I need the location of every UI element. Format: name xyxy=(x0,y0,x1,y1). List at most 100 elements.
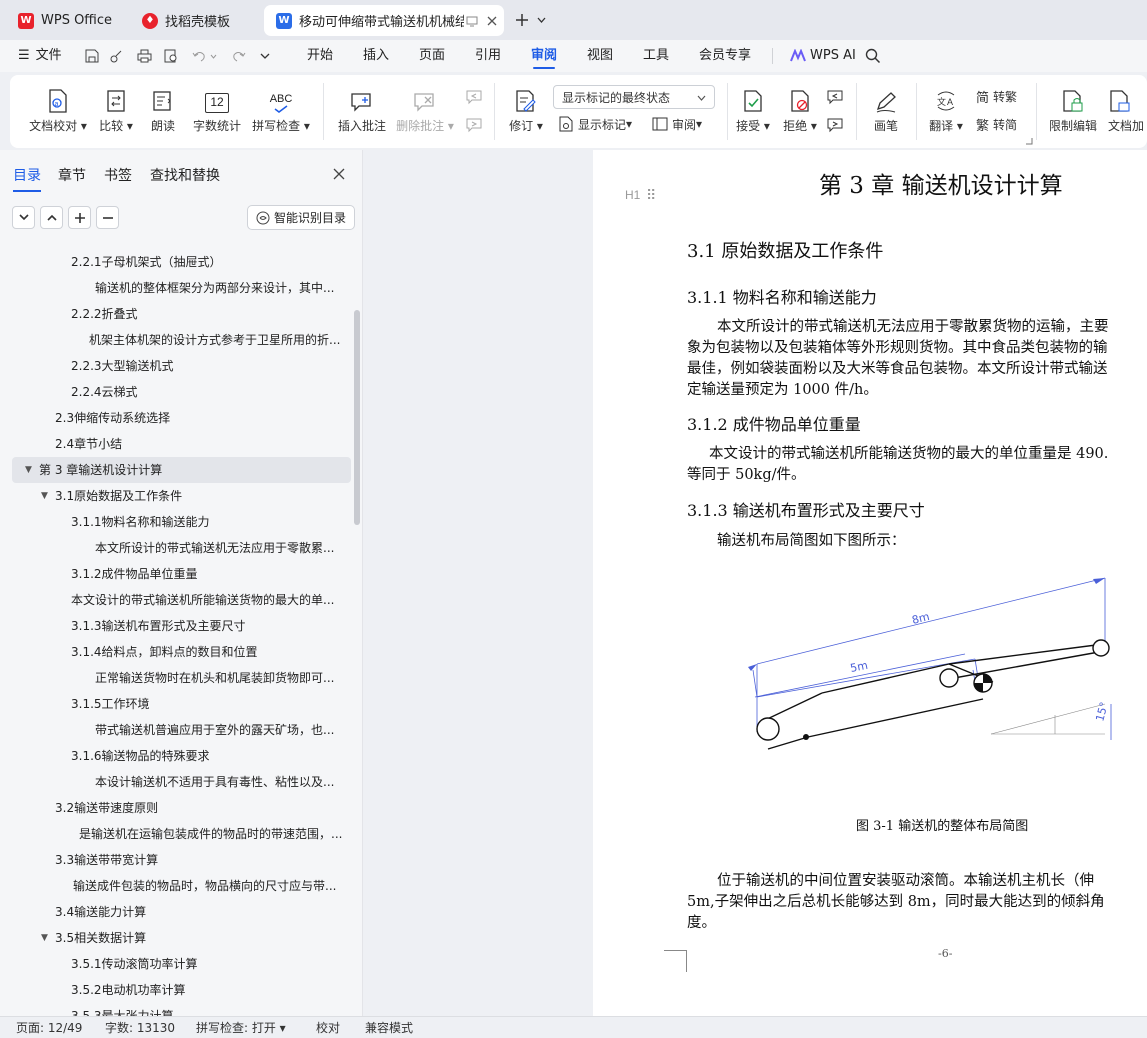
toc-item[interactable]: 带式输送机普遍应用于室外的露天矿场，也... xyxy=(0,717,352,743)
toc-item[interactable]: 2.2.2折叠式 xyxy=(0,301,352,327)
document-encrypt-button[interactable]: 文档加 xyxy=(1108,75,1147,148)
collapse-level-button[interactable] xyxy=(12,206,35,229)
expand-triangle-icon[interactable]: ▼ xyxy=(41,491,48,501)
save-icon[interactable] xyxy=(85,49,99,63)
review-pane-button[interactable]: 审阅 ▾ xyxy=(652,113,702,135)
delete-comment-button[interactable]: 删除批注 ▾ xyxy=(396,75,454,148)
tab-chapters[interactable]: 章节 xyxy=(58,165,86,185)
to-traditional-button[interactable]: 简转繁 xyxy=(976,85,1017,107)
word-count-indicator[interactable]: 字数: 13130 xyxy=(105,1017,175,1038)
toc-item[interactable]: 输送成件包装的物品时，物品横向的尺寸应与带... xyxy=(0,873,352,899)
next-comment-icon[interactable] xyxy=(465,117,483,133)
ribbon-expand-icon[interactable] xyxy=(1025,137,1033,145)
track-changes-button[interactable]: 修订 ▾ xyxy=(506,75,546,148)
remove-heading-button[interactable] xyxy=(96,206,119,229)
toc-item[interactable]: 3.1.6输送物品的特殊要求 xyxy=(0,743,352,769)
undo-chevron-icon[interactable] xyxy=(210,54,217,59)
restrict-editing-button[interactable]: 限制编辑 xyxy=(1046,75,1100,148)
document-page[interactable]: H1 ⠿ 第 3 章 输送机设计计算 3.1 原始数据及工作条件 3.1.1 物… xyxy=(593,150,1147,1016)
toc-item[interactable]: 正常输送货物时在机头和机尾装卸货物即可... xyxy=(0,665,352,691)
share-icon[interactable] xyxy=(110,49,124,63)
menu-membership[interactable]: 会员专享 xyxy=(699,40,751,72)
previous-comment-icon[interactable] xyxy=(465,89,483,105)
tab-toc[interactable]: 目录 xyxy=(13,165,41,192)
proofread-button[interactable]: 校对 xyxy=(316,1017,340,1038)
conveyor-layout-figure[interactable]: 8m 5m 15° xyxy=(743,572,1123,762)
menu-review[interactable]: 审阅 xyxy=(531,40,557,72)
tab-wps-office[interactable]: W WPS Office xyxy=(6,5,124,36)
toc-item[interactable]: 3.4输送能力计算 xyxy=(0,899,352,925)
reject-button[interactable]: 拒绝 ▾ xyxy=(782,75,818,148)
toc-item[interactable]: 2.2.3大型输送机式 xyxy=(0,353,352,379)
expand-triangle-icon[interactable]: ▼ xyxy=(25,465,32,475)
to-simplified-button[interactable]: 繁转简 xyxy=(976,113,1017,135)
read-aloud-button[interactable]: 朗读 xyxy=(148,75,178,148)
toc-item[interactable]: 3.5.2电动机功率计算 xyxy=(0,977,352,1003)
pen-button[interactable]: 画笔 xyxy=(868,75,904,148)
more-quick-access-chevron-icon[interactable] xyxy=(260,53,270,60)
toc-item[interactable]: 3.3输送带带宽计算 xyxy=(0,847,352,873)
toc-item[interactable]: 3.1.1物料名称和输送能力 xyxy=(0,509,352,535)
toc-item[interactable]: 2.3伸缩传动系统选择 xyxy=(0,405,352,431)
toc-item[interactable]: 是输送机在运输包装成件的物品时的带速范围，... xyxy=(0,821,352,847)
previous-change-icon[interactable] xyxy=(826,89,844,105)
tab-bookmarks[interactable]: 书签 xyxy=(104,165,132,185)
undo-icon[interactable] xyxy=(192,49,206,63)
window-preview-icon[interactable] xyxy=(466,15,478,27)
toc-item[interactable]: 本文设计的带式输送机所能输送货物的最大的单... xyxy=(0,587,352,613)
file-menu[interactable]: ☰ 文件 xyxy=(18,40,62,72)
insert-comment-button[interactable]: 插入批注 xyxy=(336,75,388,148)
markup-display-select[interactable]: 显示标记的最终状态 xyxy=(553,85,715,109)
toc-item[interactable]: 输送机的整体框架分为两部分来设计，其中... xyxy=(0,275,352,301)
page-indicator[interactable]: 页面: 12/49 xyxy=(16,1017,82,1038)
drag-handle-icon[interactable]: ⠿ xyxy=(646,187,656,204)
expand-triangle-icon[interactable]: ▼ xyxy=(41,933,48,943)
menu-references[interactable]: 引用 xyxy=(475,40,501,72)
expand-level-button[interactable] xyxy=(40,206,63,229)
compare-button[interactable]: 比较 ▾ xyxy=(98,75,134,148)
search-icon[interactable] xyxy=(865,48,881,64)
close-tab-icon[interactable] xyxy=(486,15,498,27)
smart-toc-button[interactable]: 智能识别目录 xyxy=(247,205,356,230)
translate-button[interactable]: 文A 翻译 ▾ xyxy=(926,75,966,148)
new-tab-icon[interactable] xyxy=(514,12,530,28)
toc-item[interactable]: 机架主体机架的设计方式参考于卫星所用的折... xyxy=(0,327,352,353)
menu-insert[interactable]: 插入 xyxy=(363,40,389,72)
toc-item[interactable]: 3.2输送带速度原则 xyxy=(0,795,352,821)
toc-scrollbar[interactable] xyxy=(354,310,360,525)
toc-item[interactable]: 3.1.2成件物品单位重量 xyxy=(0,561,352,587)
spell-check-status[interactable]: 拼写检查: 打开 ▾ xyxy=(196,1017,286,1038)
toc-item[interactable]: 3.1原始数据及工作条件 xyxy=(0,483,352,509)
toc-item-selected[interactable]: 第 3 章输送机设计计算 xyxy=(12,457,351,483)
next-change-icon[interactable] xyxy=(826,117,844,133)
toc-item[interactable]: 3.1.5工作环境 xyxy=(0,691,352,717)
toc-item[interactable]: 3.5.3最大张力计算 xyxy=(0,1003,352,1016)
accept-button[interactable]: 接受 ▾ xyxy=(735,75,771,148)
menu-view[interactable]: 视图 xyxy=(587,40,613,72)
menu-page[interactable]: 页面 xyxy=(419,40,445,72)
toc-item[interactable]: 3.5.1传动滚筒功率计算 xyxy=(0,951,352,977)
print-icon[interactable] xyxy=(137,49,152,63)
close-pane-icon[interactable] xyxy=(333,168,345,180)
menu-home[interactable]: 开始 xyxy=(307,40,333,72)
toc-item[interactable]: 2.2.4云梯式 xyxy=(0,379,352,405)
toc-item[interactable]: 3.1.3输送机布置形式及主要尺寸 xyxy=(0,613,352,639)
word-count-button[interactable]: 12 字数统计 xyxy=(190,75,244,148)
redo-icon[interactable] xyxy=(232,49,246,63)
wps-ai-button[interactable]: WPS AI xyxy=(790,40,856,72)
print-preview-icon[interactable] xyxy=(164,49,179,63)
toc-item[interactable]: 3.1.4给料点，卸料点的数目和位置 xyxy=(0,639,352,665)
tab-list-chevron-icon[interactable] xyxy=(537,16,546,24)
toc-item[interactable]: 本文所设计的带式输送机无法应用于零散累... xyxy=(0,535,352,561)
toc-item[interactable]: 2.4章节小结 xyxy=(0,431,352,457)
spell-check-button[interactable]: ABC 拼写检查 ▾ xyxy=(250,75,312,148)
add-heading-button[interactable] xyxy=(68,206,91,229)
tab-current-document[interactable]: W 移动可伸缩带式输送机机械结 xyxy=(264,5,504,36)
tab-docer-templates[interactable]: ♦ 找稻壳模板 xyxy=(130,5,258,36)
toc-item[interactable]: 3.5相关数据计算 xyxy=(0,925,352,951)
toc-item[interactable]: 2.2.1子母机架式（抽屉式） xyxy=(0,249,352,275)
show-markup-button[interactable]: 显示标记 ▾ xyxy=(558,113,632,135)
tab-find-replace[interactable]: 查找和替换 xyxy=(150,165,220,185)
menu-tools[interactable]: 工具 xyxy=(643,40,669,72)
toc-item[interactable]: 本设计输送机不适用于具有毒性、粘性以及... xyxy=(0,769,352,795)
